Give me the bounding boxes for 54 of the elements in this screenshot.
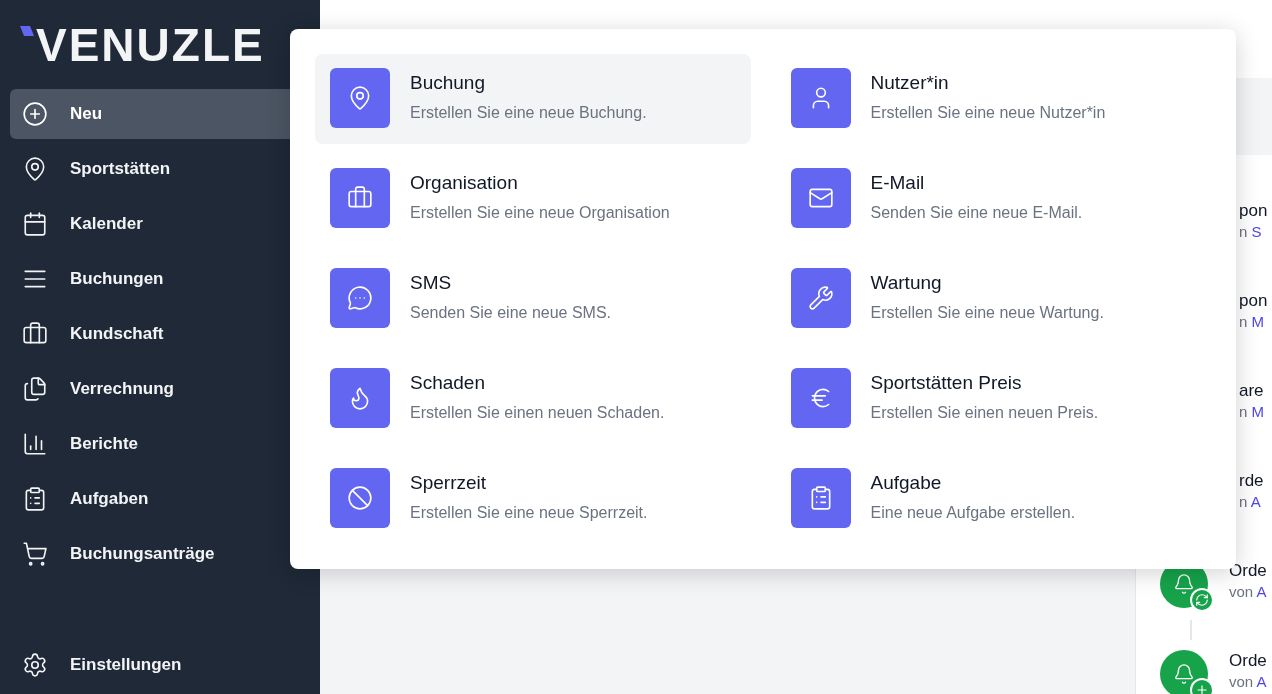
feed-byline: n [1239,223,1248,240]
feed-title: Orde [1229,650,1267,672]
menu-item-description: Erstellen Sie eine neue Nutzer*in [870,103,1106,123]
logo: VENUZLE [36,21,265,68]
menu-item-description: Senden Sie eine neue E-Mail. [870,203,1083,223]
bell-icon [1172,573,1195,595]
feed-title: pon [1239,290,1268,312]
plus-circle-icon [22,101,48,127]
author-link[interactable]: A [1256,673,1267,690]
feed-byline: von [1229,583,1254,600]
author-link[interactable]: S [1251,223,1262,240]
calendar-icon [22,211,48,237]
menu-item-title: Organisation [410,171,519,195]
logo-accent-icon [20,26,34,36]
menu-item-title: Sportstätten Preis [870,371,1023,395]
menu-item-title: Schaden [410,371,486,395]
feed-byline: n [1239,313,1248,330]
feed-byline: n [1239,493,1248,510]
plus-icon [1194,683,1209,694]
refresh-icon [1194,593,1209,607]
feed-byline: n [1239,403,1248,420]
feed-title: rde [1239,470,1264,492]
menu-item-description: Erstellen Sie eine neue Wartung. [870,303,1104,323]
menu-item-title: Wartung [870,271,943,295]
menu-item-title: Sperrzeit [410,471,488,495]
menu-item-title: Buchung [410,71,486,95]
menu-item-description: Erstellen Sie eine neue Buchung. [410,103,647,123]
author-link[interactable]: A [1250,493,1261,510]
menu-item-description: Senden Sie eine neue SMS. [410,303,612,323]
bar-chart-icon [22,431,48,457]
cart-icon [22,541,48,567]
chat-bubble-icon [347,285,373,311]
menu-item-title: Aufgabe [870,471,943,495]
feed-title: pon [1239,200,1268,222]
menu-item-description: Erstellen Sie einen neuen Preis. [870,403,1099,423]
bell-icon [1172,663,1195,685]
sidebar-item[interactable]: Einstellungen [10,640,320,690]
menu-item-description: Erstellen Sie eine neue Organisation [410,203,670,223]
menu-item-description: Eine neue Aufgabe erstellen. [870,503,1076,523]
menu-item-description: Erstellen Sie eine neue Sperrzeit. [410,503,648,523]
menu-item-title: Nutzer*in [870,71,950,95]
author-link[interactable]: A [1256,583,1267,600]
wrench-icon [807,285,834,311]
ban-icon [347,485,373,511]
feed-byline: von [1229,673,1254,690]
files-icon [22,376,48,402]
menu-item-title: E-Mail [870,171,926,195]
menu-item-title: SMS [410,271,453,295]
menu-item-description: Erstellen Sie einen neuen Schaden. [410,403,665,423]
feed-title: are [1239,380,1264,402]
settings-icon [22,652,48,678]
author-link[interactable]: M [1251,313,1264,330]
author-link[interactable]: M [1251,403,1264,420]
menu-item[interactable]: Buchung Erstellen Sie eine neue Buchung. [315,54,751,144]
